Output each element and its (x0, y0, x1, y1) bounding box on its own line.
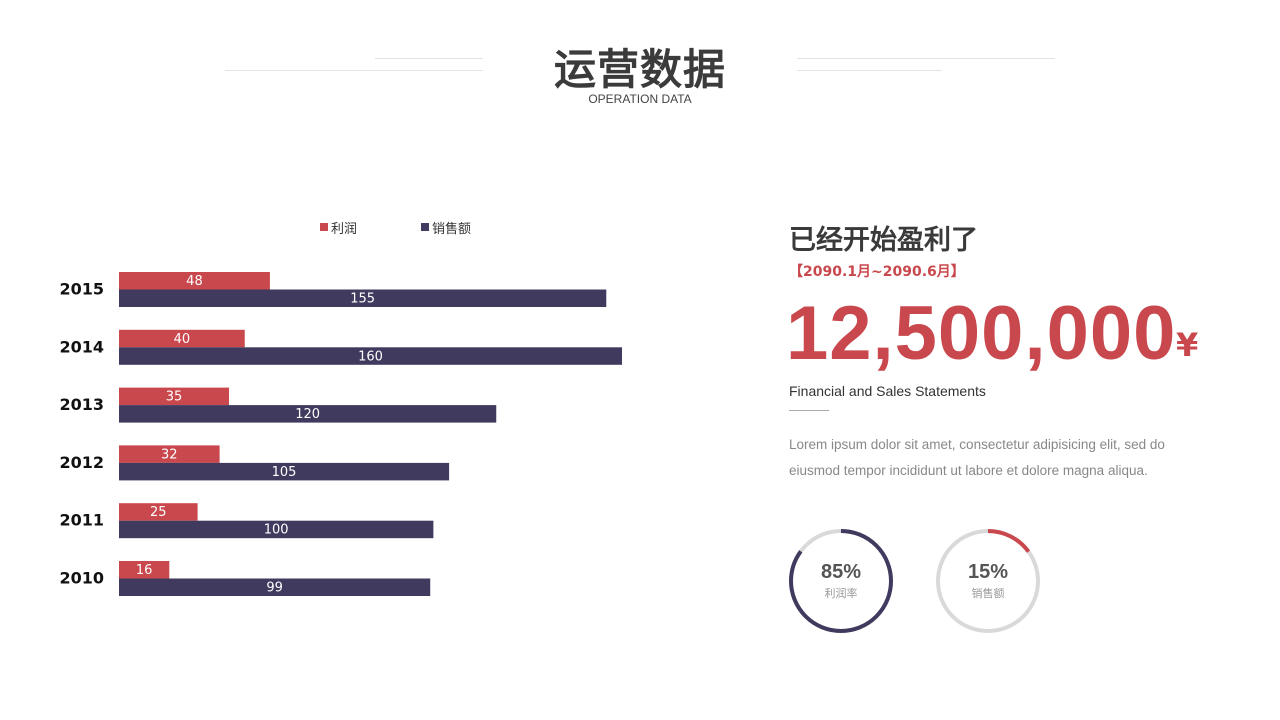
bar-chart: 利润 销售额 2015 48 155 2014 40 160 2013 35 120 2012 32 10… (59, 221, 622, 596)
data-label: 160 (358, 349, 383, 364)
statement-caption: Financial and Sales Statements (789, 383, 986, 399)
category-label: 2013 (59, 395, 104, 414)
ring-percent: 15% (967, 561, 1009, 583)
legend-swatch (421, 223, 429, 231)
ring-label: 销售额 (971, 587, 1005, 600)
legend-label: 销售额 (432, 221, 471, 237)
data-label: 48 (186, 274, 203, 289)
data-label: 35 (166, 390, 183, 405)
category-label: 2010 (59, 569, 104, 588)
data-label: 155 (350, 292, 375, 307)
data-label: 32 (161, 447, 178, 462)
category-label: 2015 (59, 280, 104, 299)
category-label: 2012 (59, 453, 104, 472)
date-range: 【2090.1月~2090.6月】 (789, 264, 965, 280)
ring-label: 利润率 (824, 587, 858, 600)
category-label: 2014 (59, 337, 104, 356)
data-label: 120 (295, 407, 320, 422)
sales-ring: 15% 销售额 (934, 527, 1042, 635)
profit-amount: 12,500,000 (786, 291, 1177, 376)
profit-rate-ring: 85% 利润率 (787, 527, 895, 635)
data-label: 40 (174, 332, 191, 347)
data-label: 25 (150, 505, 167, 520)
summary-heading: 已经开始盈利了 (789, 225, 978, 256)
data-label: 99 (266, 581, 283, 596)
data-label: 100 (264, 523, 289, 538)
ring-percent: 85% (820, 561, 862, 583)
legend-swatch (320, 223, 328, 231)
category-label: 2011 (59, 511, 104, 530)
data-label: 16 (136, 563, 153, 578)
body-text: Lorem ipsum dolor sit amet, consectetur … (789, 437, 1165, 478)
data-label: 105 (272, 465, 297, 480)
currency-symbol: ¥ (1176, 326, 1199, 364)
legend-label: 利润 (331, 222, 357, 237)
caption-divider (789, 410, 829, 411)
